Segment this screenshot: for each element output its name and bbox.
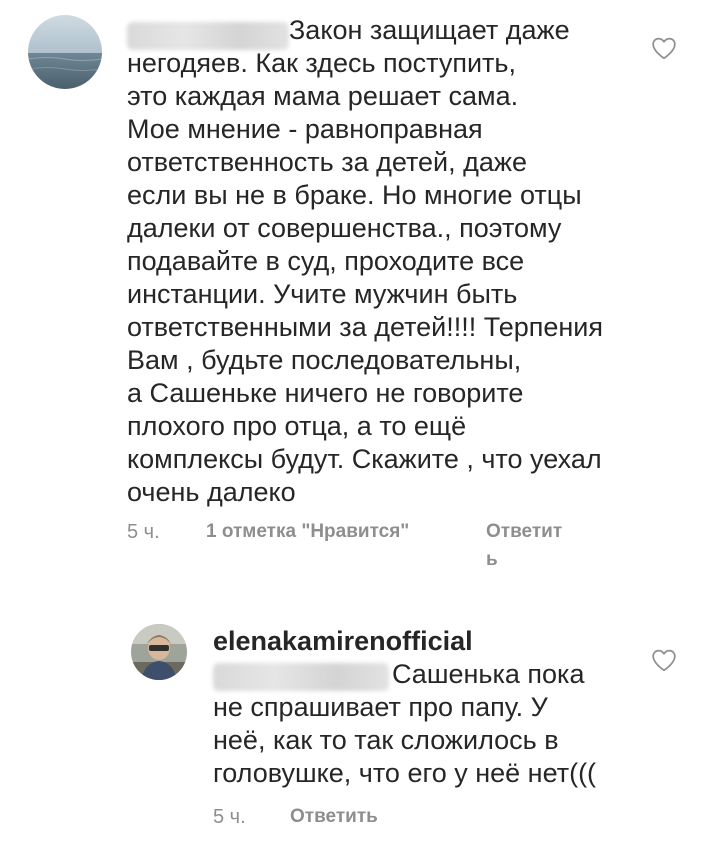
reply-button[interactable]: Ответит ь	[486, 518, 586, 574]
comment-body: негодяев. Как здесь поступить, это кажда…	[127, 48, 604, 507]
reply-label-line2: ь	[486, 549, 498, 570]
blurred-mention	[127, 22, 289, 50]
reply-button[interactable]: Ответить	[290, 803, 378, 831]
heart-outline-icon[interactable]	[651, 36, 677, 60]
like-count[interactable]: 1 отметка "Нравится"	[206, 518, 409, 546]
blurred-mention	[213, 663, 389, 691]
reply-avatar[interactable]	[131, 624, 187, 680]
reply-body: не спрашивает про папу. У неё, как то та…	[213, 692, 597, 788]
reply-username[interactable]: elenakamirenofficial	[213, 625, 473, 658]
heart-outline-icon[interactable]	[651, 648, 677, 672]
commenter-avatar[interactable]	[28, 15, 102, 89]
reply-time: 5 ч.	[213, 806, 246, 828]
reply-label-line1: Ответит	[486, 521, 563, 542]
sea-avatar-image	[28, 15, 102, 89]
comment-first-line: Закон защищает даже	[289, 15, 570, 45]
person-avatar-image	[131, 624, 187, 680]
comment-time: 5 ч.	[127, 521, 160, 543]
reply-first-line: Сашенька пока	[392, 659, 585, 689]
